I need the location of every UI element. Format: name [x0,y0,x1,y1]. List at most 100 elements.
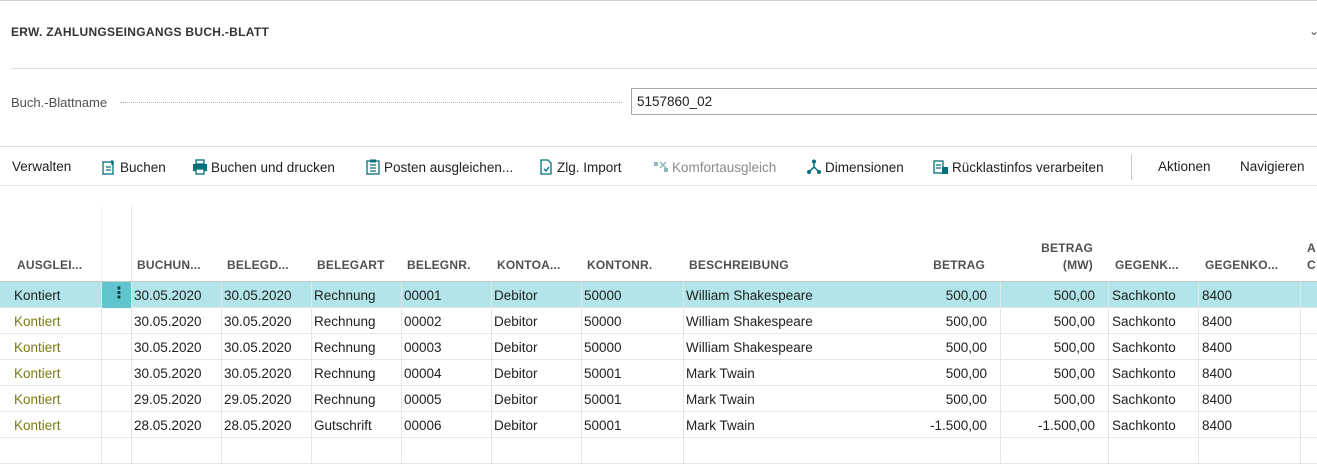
column-header-gegenkontoart[interactable]: GEGENK... [1115,258,1179,272]
chevron-down-icon[interactable]: ⌄ [1309,24,1317,38]
bal-account-type-cell[interactable]: Sachkonto [1112,340,1176,355]
account-type-cell[interactable]: Debitor [494,366,538,381]
amount-cell[interactable]: 500,00 [895,340,987,355]
column-header-kontonr[interactable]: KONTONR. [587,258,652,272]
account-no-cell[interactable]: 50001 [584,392,622,407]
column-header-buchungsdatum[interactable]: BUCHUN... [137,258,201,272]
posting-date-cell[interactable]: 30.05.2020 [134,366,202,381]
description-cell[interactable]: Mark Twain [686,366,755,381]
account-no-cell[interactable]: 50000 [584,288,622,303]
posting-date-cell[interactable]: 29.05.2020 [134,392,202,407]
payment-import-button[interactable]: Zlg. Import [538,159,622,175]
bal-account-type-cell[interactable]: Sachkonto [1112,314,1176,329]
document-date-cell[interactable]: 29.05.2020 [224,392,292,407]
account-type-cell[interactable]: Debitor [494,288,538,303]
description-cell[interactable]: Mark Twain [686,392,755,407]
status-cell[interactable]: Kontiert [14,392,61,407]
column-header-ausgleich[interactable]: AUSGLEI... [17,258,82,272]
status-cell[interactable]: Kontiert [14,314,61,329]
column-header-kontoart[interactable]: KONTOA... [497,258,561,272]
document-no-cell[interactable]: 00004 [404,366,442,381]
empty-row[interactable] [0,438,1317,464]
bal-account-no-cell[interactable]: 8400 [1202,366,1232,381]
amount-lcy-cell[interactable]: 500,00 [1003,392,1095,407]
post-button[interactable]: Buchen [101,159,166,175]
document-no-cell[interactable]: 00002 [404,314,442,329]
column-header-betrag-mw[interactable]: BETRAG [1013,241,1093,255]
process-return-info-button[interactable]: Rücklastinfos verarbeiten [933,159,1104,175]
account-no-cell[interactable]: 50000 [584,314,622,329]
account-type-cell[interactable]: Debitor [494,418,538,433]
description-cell[interactable]: Mark Twain [686,418,755,433]
bal-account-type-cell[interactable]: Sachkonto [1112,288,1176,303]
column-header-belegart[interactable]: BELEGART [317,258,385,272]
document-date-cell[interactable]: 28.05.2020 [224,418,292,433]
bal-account-no-cell[interactable]: 8400 [1202,418,1232,433]
table-row[interactable]: Kontiert 30.05.2020 30.05.2020 Rechnung 0000… [0,334,1317,360]
document-type-cell[interactable]: Rechnung [314,340,376,355]
more-options-icon[interactable]: ⋮ [111,284,127,304]
document-type-cell[interactable]: Rechnung [314,366,376,381]
document-no-cell[interactable]: 00005 [404,392,442,407]
description-cell[interactable]: William Shakespeare [686,340,813,355]
document-no-cell[interactable]: 00006 [404,418,442,433]
table-row[interactable]: Kontiert 28.05.2020 28.05.2020 Gutschrift 00… [0,412,1317,438]
amount-cell[interactable]: -1.500,00 [895,418,987,433]
journal-name-input[interactable]: 5157860_02 [631,88,1317,115]
posting-date-cell[interactable]: 28.05.2020 [134,418,202,433]
posting-date-cell[interactable]: 30.05.2020 [134,340,202,355]
document-date-cell[interactable]: 30.05.2020 [224,366,292,381]
posting-date-cell[interactable]: 30.05.2020 [134,314,202,329]
amount-lcy-cell[interactable]: 500,00 [1003,314,1095,329]
bal-account-type-cell[interactable]: Sachkonto [1112,366,1176,381]
navigate-menu[interactable]: Navigieren [1240,159,1305,174]
document-type-cell[interactable]: Rechnung [314,314,376,329]
account-type-cell[interactable]: Debitor [494,392,538,407]
dimensions-button[interactable]: Dimensionen [806,159,904,175]
table-row[interactable]: Kontiert 29.05.2020 29.05.2020 Rechnung 0000… [0,386,1317,412]
comfort-apply-button[interactable]: Komfortausgleich [653,159,776,175]
document-no-cell[interactable]: 00001 [404,288,442,303]
account-type-cell[interactable]: Debitor [494,340,538,355]
amount-lcy-cell[interactable]: -1.500,00 [1003,418,1095,433]
amount-cell[interactable]: 500,00 [895,288,987,303]
table-row[interactable]: Kontiert 30.05.2020 30.05.2020 Rechnung 0000… [0,360,1317,386]
document-date-cell[interactable]: 30.05.2020 [224,340,292,355]
account-no-cell[interactable]: 50001 [584,418,622,433]
document-no-cell[interactable]: 00003 [404,340,442,355]
bal-account-type-cell[interactable]: Sachkonto [1112,392,1176,407]
description-cell[interactable]: William Shakespeare [686,314,813,329]
document-type-cell[interactable]: Gutschrift [314,418,372,433]
document-date-cell[interactable]: 30.05.2020 [224,288,292,303]
status-cell[interactable]: Kontiert [14,418,61,433]
bal-account-type-cell[interactable]: Sachkonto [1112,418,1176,433]
manage-menu[interactable]: Verwalten [12,159,71,174]
status-cell[interactable]: Kontiert [14,340,61,355]
bal-account-no-cell[interactable]: 8400 [1202,392,1232,407]
document-type-cell[interactable]: Rechnung [314,392,376,407]
account-type-cell[interactable]: Debitor [494,314,538,329]
column-header-cut[interactable]: A [1307,241,1316,255]
document-date-cell[interactable]: 30.05.2020 [224,314,292,329]
amount-lcy-cell[interactable]: 500,00 [1003,288,1095,303]
actions-menu[interactable]: Aktionen [1158,159,1211,174]
status-cell[interactable]: Kontiert [14,288,61,303]
amount-cell[interactable]: 500,00 [895,392,987,407]
column-header-belegdatum[interactable]: BELEGD... [227,258,289,272]
bal-account-no-cell[interactable]: 8400 [1202,340,1232,355]
column-header-beschreibung[interactable]: BESCHREIBUNG [689,258,789,272]
document-type-cell[interactable]: Rechnung [314,288,376,303]
apply-entries-button[interactable]: Posten ausgleichen... [365,159,513,175]
bal-account-no-cell[interactable]: 8400 [1202,288,1232,303]
post-and-print-button[interactable]: Buchen und drucken [192,159,335,175]
table-row[interactable]: ⋮ Kontiert 30.05.2020 30.05.2020 Rechnung 000… [0,282,1317,308]
amount-lcy-cell[interactable]: 500,00 [1003,366,1095,381]
account-no-cell[interactable]: 50001 [584,366,622,381]
column-header-betrag[interactable]: BETRAG [905,258,985,272]
posting-date-cell[interactable]: 30.05.2020 [134,288,202,303]
amount-lcy-cell[interactable]: 500,00 [1003,340,1095,355]
account-no-cell[interactable]: 50000 [584,340,622,355]
table-row[interactable]: Kontiert 30.05.2020 30.05.2020 Rechnung 0000… [0,308,1317,334]
amount-cell[interactable]: 500,00 [895,314,987,329]
column-header-gegenkontonr[interactable]: GEGENKO... [1205,258,1278,272]
